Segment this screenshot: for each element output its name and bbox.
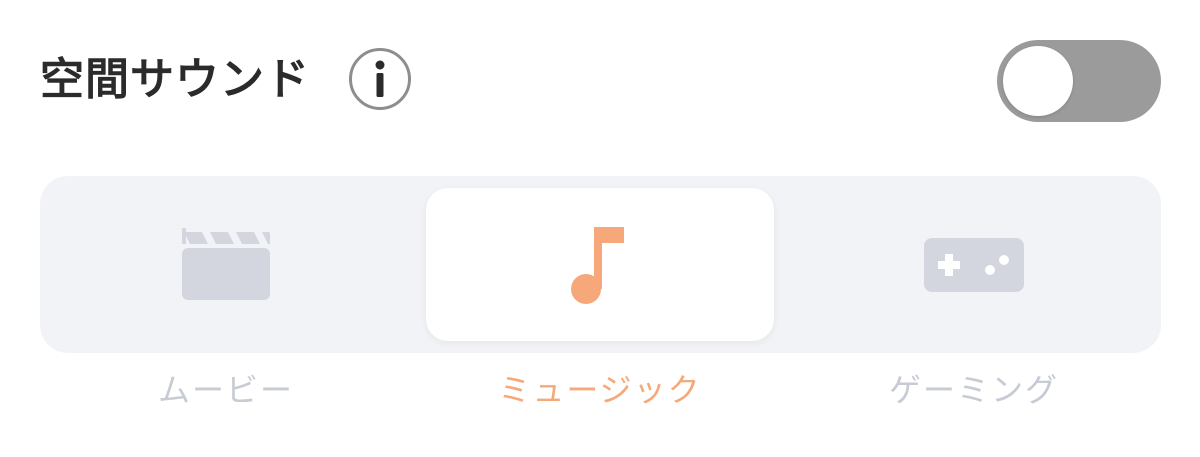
info-icon xyxy=(375,60,385,97)
mode-segmented-control xyxy=(40,176,1161,353)
mode-label-gaming[interactable]: ゲーミング xyxy=(800,366,1148,414)
clapperboard-icon xyxy=(182,227,270,300)
gamepad-icon xyxy=(924,237,1024,292)
toggle-knob xyxy=(1003,46,1073,116)
info-button[interactable] xyxy=(349,48,411,110)
mode-label-music[interactable]: ミュージック xyxy=(426,366,774,414)
mode-option-gaming[interactable] xyxy=(800,188,1148,341)
mode-label-movie[interactable]: ムービー xyxy=(52,366,400,414)
music-note-icon xyxy=(571,226,624,304)
mode-option-movie[interactable] xyxy=(52,188,400,341)
section-title: 空間サウンド xyxy=(40,54,310,105)
spatial-sound-panel: 空間サウンド ムービー ミュージック ゲーミング xyxy=(0,0,1200,457)
spatial-sound-toggle[interactable] xyxy=(997,40,1161,122)
mode-option-music[interactable] xyxy=(426,188,774,341)
